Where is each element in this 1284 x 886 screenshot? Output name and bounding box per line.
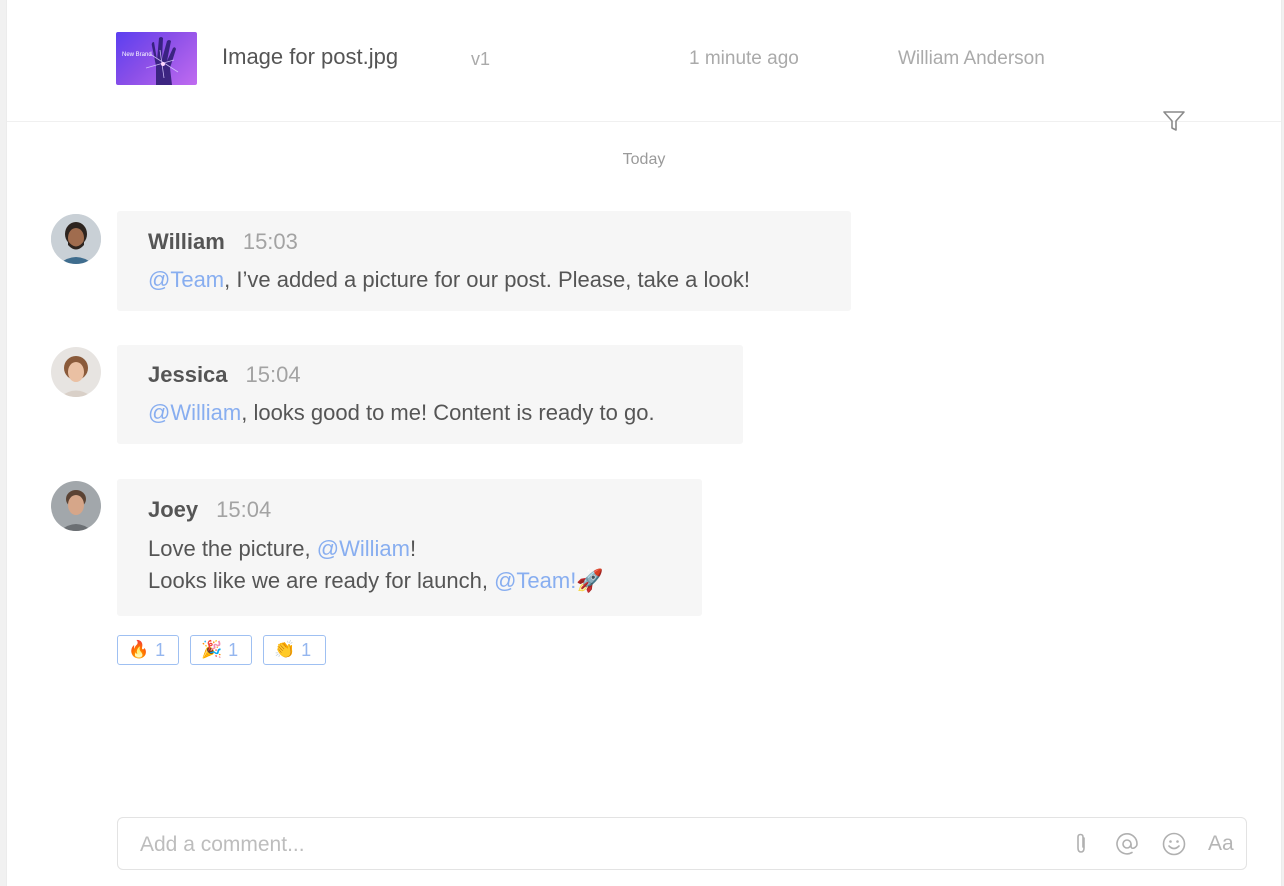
file-name[interactable]: Image for post.jpg bbox=[222, 44, 398, 70]
message-bubble: William 15:03 @Team, I’ve added a picture… bbox=[117, 211, 851, 311]
file-author: William Anderson bbox=[898, 48, 1045, 69]
message-header: Jessica 15:04 bbox=[148, 362, 301, 388]
mention-link[interactable]: @Team! bbox=[494, 568, 576, 593]
rocket-emoji: 🚀 bbox=[576, 568, 604, 593]
day-divider: Today bbox=[622, 151, 666, 168]
file-version: v1 bbox=[471, 49, 491, 69]
avatar-joey[interactable] bbox=[51, 481, 101, 531]
message-author[interactable]: William bbox=[148, 229, 225, 254]
filter-icon[interactable] bbox=[1161, 108, 1187, 134]
comment-input[interactable] bbox=[138, 832, 1042, 858]
avatar-jessica[interactable] bbox=[51, 347, 101, 397]
message-bubble: Joey 15:04 Love the picture, @William! Lo… bbox=[117, 479, 702, 616]
reaction-clap-button[interactable]: 👏 1 bbox=[263, 635, 326, 665]
message-text: Love the picture, @William! bbox=[148, 536, 416, 562]
reaction-count: 1 bbox=[301, 639, 312, 660]
reaction-party-button[interactable]: 🎉 1 bbox=[190, 635, 252, 665]
file-version-row[interactable]: New Brand Image for post.jpg v1 1 minute… bbox=[7, 0, 1281, 122]
message-text-segment: Looks like we are ready for launch, bbox=[148, 568, 495, 593]
attachment-icon[interactable] bbox=[1068, 831, 1094, 857]
emoji-icon[interactable] bbox=[1161, 831, 1187, 857]
message-header: Joey 15:04 bbox=[148, 497, 271, 523]
message-text-segment: ! bbox=[410, 536, 417, 561]
message-text: @William, looks good to me! Content is r… bbox=[148, 400, 655, 426]
party-popper-icon: 🎉 bbox=[201, 640, 223, 659]
reaction-fire-button[interactable]: 🔥 1 bbox=[117, 635, 179, 665]
file-thumbnail[interactable]: New Brand bbox=[116, 32, 197, 85]
message-time: 15:04 bbox=[216, 497, 272, 522]
message-bubble: Jessica 15:04 @William, looks good to me!… bbox=[117, 345, 743, 444]
mention-link[interactable]: @William bbox=[317, 536, 410, 561]
clapping-hands-icon: 👏 bbox=[274, 640, 296, 659]
comment-composer: Aa bbox=[117, 817, 1247, 870]
reaction-count: 1 bbox=[155, 639, 166, 660]
message-text-segment: , looks good to me! Content is ready to … bbox=[241, 400, 655, 425]
message-text-segment: , I’ve added a picture for our post. Ple… bbox=[224, 267, 751, 292]
comments-panel: New Brand Image for post.jpg v1 1 minute… bbox=[6, 0, 1282, 886]
reaction-count: 1 bbox=[228, 639, 239, 660]
fire-icon: 🔥 bbox=[128, 640, 150, 659]
file-upload-time: 1 minute ago bbox=[689, 48, 799, 69]
message-author[interactable]: Jessica bbox=[148, 362, 228, 387]
mention-link[interactable]: @William bbox=[148, 400, 241, 425]
thumbnail-text: New Brand bbox=[122, 52, 152, 58]
mention-icon[interactable] bbox=[1114, 831, 1140, 857]
message-time: 15:04 bbox=[245, 362, 301, 387]
message-text: Looks like we are ready for launch, @Tea… bbox=[148, 568, 604, 594]
message-time: 15:03 bbox=[242, 229, 298, 254]
mention-link[interactable]: @Team bbox=[148, 267, 224, 292]
text-format-button[interactable]: Aa bbox=[1208, 832, 1234, 858]
avatar-william[interactable] bbox=[51, 214, 101, 264]
message-text: @Team, I’ve added a picture for our post… bbox=[148, 267, 750, 293]
message-text-segment: Love the picture, bbox=[148, 536, 317, 561]
message-header: William 15:03 bbox=[148, 229, 298, 255]
message-author[interactable]: Joey bbox=[148, 497, 198, 522]
